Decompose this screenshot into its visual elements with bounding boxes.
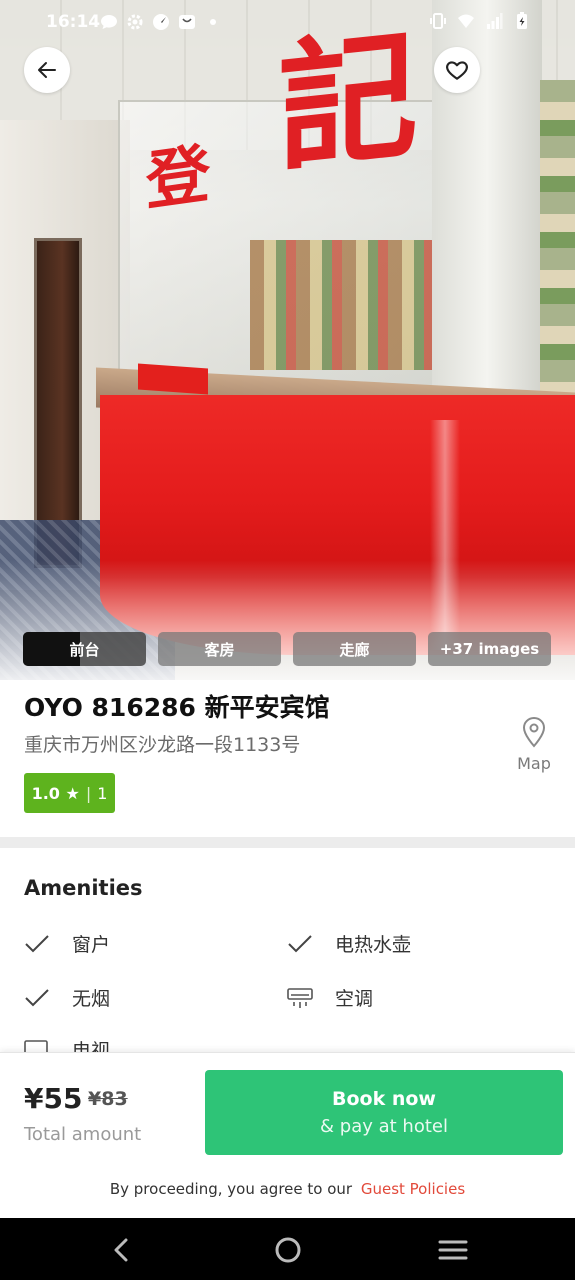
- dot-icon: [210, 19, 216, 25]
- map-button[interactable]: Map: [512, 716, 556, 776]
- amenity-label: 电热水壶: [335, 934, 412, 956]
- rating-score: 1.0 ★: [31, 783, 80, 803]
- check-icon: [288, 934, 312, 952]
- status-right-icons: [429, 12, 531, 30]
- nav-home-icon[interactable]: [272, 1234, 304, 1266]
- price-original: ¥83: [88, 1088, 128, 1110]
- price-current: ¥55: [24, 1082, 83, 1115]
- photo-phone-sticker: [138, 363, 208, 395]
- nav-menu-icon[interactable]: [437, 1234, 469, 1266]
- rating-separator: |: [85, 783, 92, 803]
- battery-charging-icon: [517, 12, 527, 29]
- photo-door: [34, 238, 82, 568]
- tab-corridor[interactable]: 走廊: [293, 632, 416, 666]
- heart-outline-icon: [446, 61, 468, 80]
- tab-label: +37 images: [439, 640, 540, 658]
- map-pin-icon: [522, 716, 546, 748]
- tab-label: 走廊: [339, 640, 370, 659]
- amenity-label: 无烟: [72, 988, 111, 1010]
- amenity-label: 空调: [335, 988, 374, 1010]
- chat-bubble-icon: [101, 15, 117, 29]
- amenity-item: 无烟: [24, 984, 110, 1011]
- amenity-item: 空调: [287, 984, 373, 1011]
- amenity-item: 窗户: [24, 930, 110, 957]
- pay-at-hotel-label: & pay at hotel: [320, 1116, 448, 1137]
- section-divider: [0, 837, 575, 848]
- check-icon: [25, 934, 49, 952]
- air-conditioner-icon: [287, 987, 313, 1008]
- amenity-item: 电热水壶: [287, 930, 411, 957]
- photo-category-tabs: 前台 客房 走廊 +37 images: [23, 632, 551, 666]
- back-button[interactable]: [24, 47, 70, 93]
- book-now-button[interactable]: Book now & pay at hotel: [205, 1070, 563, 1155]
- policy-notice: By proceeding, you agree to our Guest Po…: [0, 1180, 575, 1198]
- rating-count: 1: [97, 783, 108, 803]
- signal-icon: [487, 13, 503, 29]
- map-label: Map: [517, 754, 551, 773]
- amenity-label: 窗户: [72, 934, 111, 956]
- arrow-left-icon: [38, 62, 56, 78]
- mail-bag-icon: [179, 15, 195, 29]
- tab-rooms[interactable]: 客房: [158, 632, 281, 666]
- hotel-address: 重庆市万州区沙龙路一段1133号: [24, 734, 301, 756]
- hotel-name: OYO 816286 新平安宾馆: [24, 693, 330, 722]
- system-nav-bar: [0, 1218, 575, 1280]
- tab-front-desk[interactable]: 前台: [23, 632, 146, 666]
- amenities-title: Amenities: [24, 876, 143, 900]
- nav-back-icon[interactable]: [105, 1234, 137, 1266]
- wifi-icon: [458, 14, 474, 28]
- total-amount-label: Total amount: [24, 1124, 142, 1145]
- tab-more-images[interactable]: +37 images: [428, 632, 551, 666]
- favorite-button[interactable]: [434, 47, 480, 93]
- book-now-label: Book now: [332, 1088, 436, 1110]
- settings-gear-icon: [127, 14, 143, 30]
- hotel-photo[interactable]: 記 登: [0, 0, 575, 680]
- policy-text: By proceeding, you agree to our: [109, 1180, 353, 1198]
- status-time: 16:14: [46, 12, 101, 32]
- photo-shelf: [250, 240, 440, 370]
- vibrate-icon: [430, 13, 446, 29]
- photo-sign-character-small: 登: [146, 136, 210, 221]
- rating-badge[interactable]: 1.0 ★ | 1: [24, 773, 115, 813]
- status-bar: 16:14: [0, 0, 575, 46]
- tab-label: 前台: [69, 640, 100, 659]
- photo-right-shelf: [540, 80, 575, 420]
- status-left-icons: [100, 13, 222, 31]
- compass-icon: [153, 14, 169, 30]
- check-icon: [25, 988, 49, 1006]
- guest-policies-link[interactable]: Guest Policies: [361, 1180, 465, 1198]
- tab-label: 客房: [204, 640, 235, 659]
